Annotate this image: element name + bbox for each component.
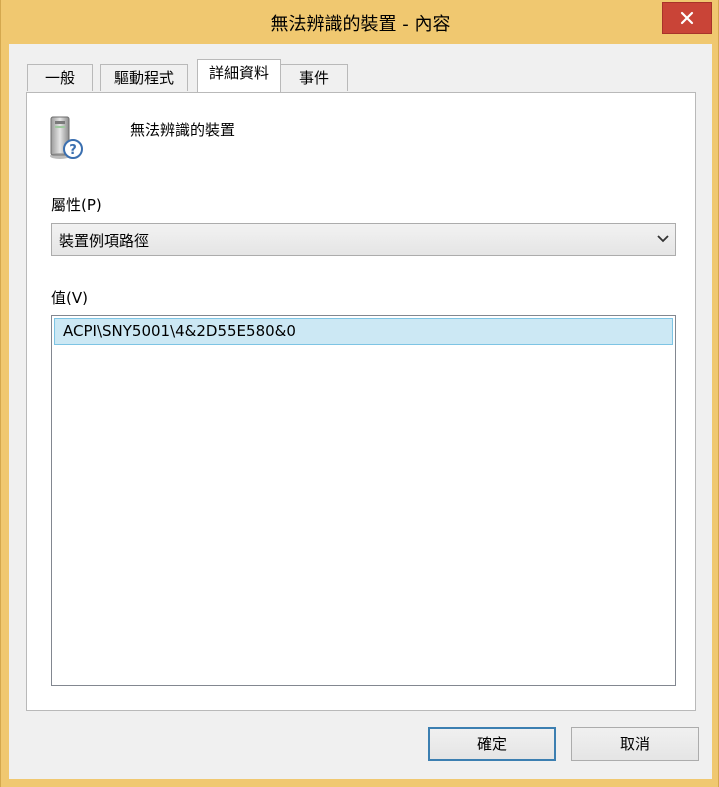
device-name: 無法辨識的裝置 — [130, 121, 236, 139]
tab-general[interactable]: 一般 — [27, 64, 93, 91]
property-dropdown[interactable]: 裝置例項路徑 — [51, 223, 676, 256]
property-selected-value: 裝置例項路徑 — [59, 232, 150, 250]
chevron-down-icon — [657, 235, 669, 243]
dialog-body: 一般 驅動程式 詳細資料 事件 ? 無法辨識的裝置 屬性(P) 裝置例項路徑 值… — [9, 44, 712, 779]
value-label: 值(V) — [51, 289, 88, 307]
tab-details[interactable]: 詳細資料 — [197, 59, 281, 92]
unknown-device-icon: ? — [50, 116, 83, 159]
tab-events[interactable]: 事件 — [280, 64, 348, 91]
window-title: 無法辨識的裝置 - 內容 — [270, 14, 451, 35]
cancel-button[interactable]: 取消 — [571, 727, 699, 761]
tab-driver[interactable]: 驅動程式 — [100, 64, 188, 91]
list-item[interactable]: ACPI\SNY5001\4&2D55E580&0 — [54, 318, 673, 345]
properties-window: 無法辨識的裝置 - 內容 一般 驅動程式 詳細資料 事件 ? 無法辨識的裝置 屬… — [0, 0, 719, 787]
property-label: 屬性(P) — [51, 196, 102, 214]
close-button[interactable] — [662, 2, 712, 34]
ok-button[interactable]: 確定 — [428, 727, 556, 761]
svg-text:?: ? — [69, 143, 77, 158]
close-icon — [680, 11, 694, 25]
details-panel: ? 無法辨識的裝置 屬性(P) 裝置例項路徑 值(V) ACPI\SNY5001… — [26, 92, 696, 711]
title-bar[interactable]: 無法辨識的裝置 - 內容 — [1, 0, 719, 44]
value-list[interactable]: ACPI\SNY5001\4&2D55E580&0 — [51, 315, 676, 686]
